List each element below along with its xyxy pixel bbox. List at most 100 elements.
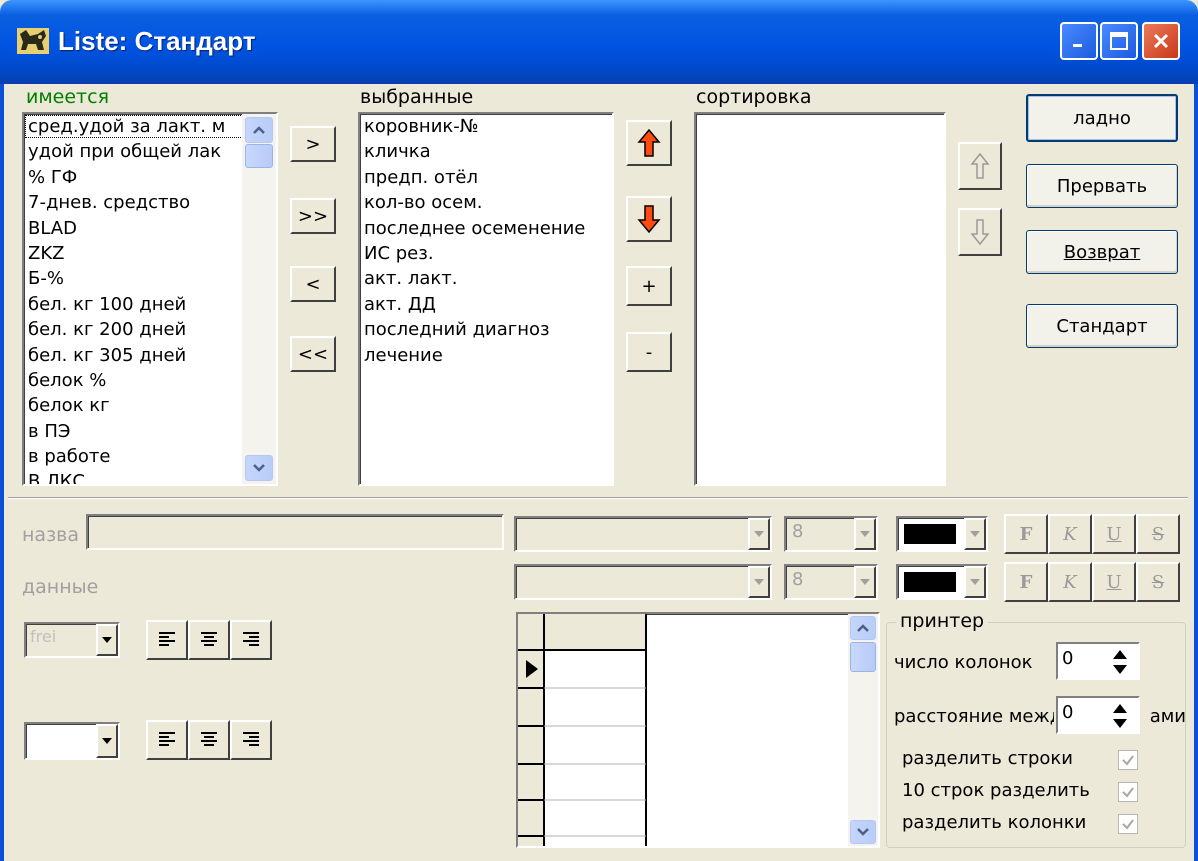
underline-button[interactable]: U [1092,514,1136,554]
preview-grid[interactable] [516,612,880,848]
scroll-up-button[interactable] [245,117,273,143]
columns-spinner[interactable]: 0 [1056,642,1140,680]
data-font-dropdown[interactable] [748,566,770,598]
move-all-left-button[interactable]: << [290,336,336,372]
scroll-thumb[interactable] [850,642,876,672]
list-item[interactable]: ИС рез. [360,241,612,266]
move-left-button[interactable]: < [290,266,336,302]
selected-list[interactable]: коровник-№ кличка предп. отёл кол-во осем. п… [358,112,614,486]
list-item[interactable]: кличка [360,139,612,164]
strike-button[interactable]: S [1136,514,1180,554]
move-down-button[interactable] [626,196,672,242]
name-field[interactable] [86,514,504,550]
align-left-button[interactable] [146,620,188,660]
printer-option-checkbox[interactable] [1118,782,1138,802]
chevron-down-icon [860,531,870,537]
move-up-button[interactable] [626,120,672,166]
list-item[interactable]: Б-% [24,266,246,291]
list-item[interactable]: белок % [24,368,246,393]
list-item[interactable]: белок кг [24,393,246,418]
list-item[interactable]: в ПЭ [24,419,246,444]
name-font-combo[interactable] [514,516,772,552]
align-center-button[interactable] [188,620,230,660]
columns-label: число колонок [894,652,1033,673]
grid-lines [518,614,647,846]
list-item[interactable]: ZKZ [24,241,246,266]
spin-arrows-icon[interactable] [1112,649,1128,675]
bold-button[interactable]: F [1004,514,1048,554]
scroll-down-button[interactable] [245,455,273,481]
available-list[interactable]: сред.удой за лакт. м удой при общей лак%… [22,112,278,486]
italic-button[interactable]: K [1048,562,1092,602]
printer-option-checkbox[interactable] [1118,750,1138,770]
data-font-combo[interactable] [514,564,772,600]
remove-button[interactable]: - [626,332,672,372]
list-item[interactable]: BLAD [24,216,246,241]
selected-label: выбранные [360,86,474,108]
list-item[interactable]: 7-днев. средство [24,190,246,215]
list-item[interactable]: последнее осеменение [360,216,612,241]
minimize-button[interactable] [1060,22,1098,60]
spacing-spinner[interactable]: 0 [1056,696,1140,734]
add-button[interactable]: + [626,266,672,306]
list-item[interactable]: удой при общей лак [24,139,246,164]
scroll-thumb[interactable] [245,144,273,168]
grid-scrollbar[interactable] [848,614,878,846]
close-button[interactable] [1142,22,1180,60]
list-item[interactable]: кол-во осем. [360,190,612,215]
spacing-label: расстояние между колонками [894,706,1054,727]
data-color-combo[interactable] [896,564,988,600]
align-right-button[interactable] [230,720,272,760]
list-item[interactable]: акт. лакт. [360,266,612,291]
list-item[interactable]: в работе [24,444,246,469]
list-item[interactable]: бел. кг 100 дней [24,292,246,317]
maximize-button[interactable] [1100,22,1138,60]
data-align-dropdown[interactable] [96,724,118,758]
header-align-dropdown[interactable] [96,624,118,656]
data-size-dropdown[interactable] [854,566,876,598]
header-align-combo[interactable]: frei [24,622,120,658]
strike-button[interactable]: S [1136,562,1180,602]
underline-button[interactable]: U [1092,562,1136,602]
header-align-buttons [146,620,272,660]
sort-up-button[interactable] [958,142,1002,190]
name-font-dropdown[interactable] [748,518,770,550]
list-item[interactable]: бел. кг 200 дней [24,317,246,342]
spin-arrows-icon[interactable] [1112,703,1128,729]
list-item[interactable]: лечение [360,343,612,368]
sort-down-button[interactable] [958,208,1002,256]
align-left-button[interactable] [146,720,188,760]
name-color-combo[interactable] [896,516,988,552]
list-item[interactable]: В ЛКС [24,469,246,484]
checkmark-icon [1122,787,1134,798]
name-color-dropdown[interactable] [964,518,986,550]
move-right-button[interactable]: > [290,126,336,162]
list-item[interactable]: сред.удой за лакт. м [24,114,246,139]
cancel-button[interactable]: Прервать [1026,164,1178,208]
return-button[interactable]: Возврат [1026,230,1178,274]
align-right-button[interactable] [230,620,272,660]
data-size-combo[interactable]: 8 [784,564,878,600]
available-scrollbar[interactable] [242,114,276,484]
list-item[interactable]: бел. кг 305 дней [24,343,246,368]
data-color-dropdown[interactable] [964,566,986,598]
name-size-dropdown[interactable] [854,518,876,550]
align-center-button[interactable] [188,720,230,760]
scroll-up-button[interactable] [850,616,876,640]
bold-button[interactable]: F [1004,562,1048,602]
printer-option-checkbox[interactable] [1118,814,1138,834]
list-item[interactable]: акт. ДД [360,292,612,317]
list-item[interactable]: последний диагноз [360,317,612,342]
move-all-right-button[interactable]: >> [290,198,336,234]
data-align-combo[interactable] [24,722,120,760]
name-size-combo[interactable]: 8 [784,516,878,552]
sorting-list[interactable] [694,112,946,486]
standard-button[interactable]: Стандарт [1026,304,1178,348]
list-item[interactable]: % ГФ [24,165,246,190]
scroll-down-button[interactable] [850,820,876,844]
ok-button[interactable]: ладно [1026,94,1178,142]
list-item[interactable]: предп. отёл [360,165,612,190]
list-item[interactable]: коровник-№ [360,114,612,139]
hollow-arrow-up-icon [970,152,990,179]
italic-button[interactable]: K [1048,514,1092,554]
